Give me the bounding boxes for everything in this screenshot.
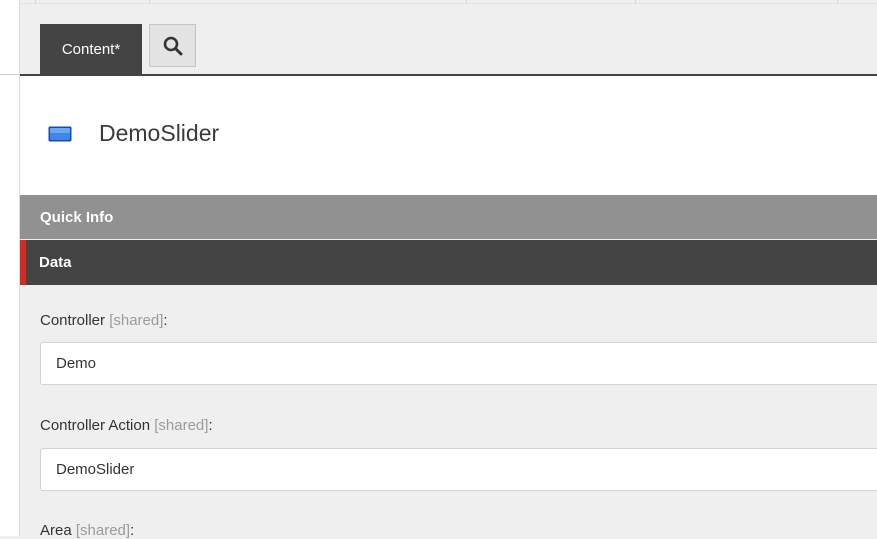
document-type-icon (48, 126, 72, 142)
controller-label: Controller [shared]: (40, 312, 168, 329)
search-button[interactable] (149, 24, 196, 67)
label-suffix: : (163, 312, 168, 329)
seam (149, 0, 150, 4)
active-accent-bar (20, 240, 26, 285)
controller-label-text: Controller (40, 312, 106, 329)
seam (35, 0, 36, 4)
quick-info-panel-header[interactable]: Quick Info (20, 195, 877, 239)
seam (466, 0, 467, 4)
label-suffix: : (130, 522, 135, 539)
quick-info-label: Quick Info (40, 208, 114, 226)
area-label: Area [shared]: (40, 522, 134, 539)
editor-toolbar: Content* (20, 0, 877, 76)
controller-action-label-text: Controller Action (40, 417, 151, 434)
label-suffix: : (208, 417, 213, 434)
tab-content[interactable]: Content* (40, 24, 142, 74)
tab-content-label: Content* (61, 40, 121, 58)
page-title[interactable]: DemoSlider (99, 120, 219, 147)
controller-action-input[interactable] (40, 448, 877, 491)
data-panel-header[interactable]: Data (20, 240, 877, 285)
seam (837, 0, 838, 4)
shared-tag: [shared] (154, 417, 209, 434)
area-label-text: Area (40, 522, 72, 539)
left-navigation-strip (0, 0, 20, 536)
shared-tag: [shared] (75, 522, 131, 539)
top-seams (20, 0, 877, 4)
controller-action-label: Controller Action [shared]: (40, 417, 213, 434)
data-label: Data (39, 254, 72, 271)
shared-tag: [shared] (109, 312, 164, 329)
seam (635, 0, 636, 4)
content-header: DemoSlider (20, 76, 877, 195)
data-form: Controller [shared]: Controller Action [… (20, 285, 877, 539)
search-icon (163, 36, 182, 55)
controller-input[interactable] (40, 342, 877, 385)
left-strip-divider (0, 74, 20, 75)
